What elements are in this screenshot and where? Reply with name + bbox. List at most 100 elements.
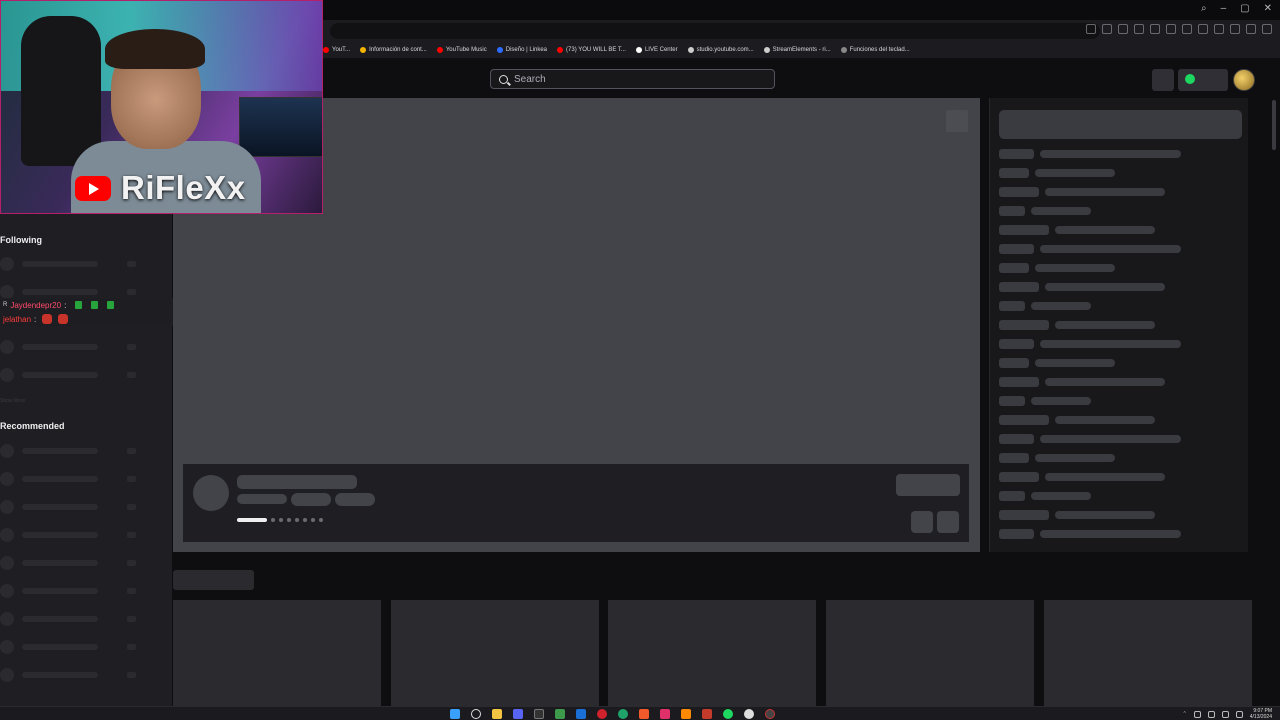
taskbar-apps bbox=[450, 709, 775, 719]
sidebar-channel-skeleton[interactable] bbox=[0, 285, 172, 299]
minimize-icon[interactable]: – bbox=[1221, 3, 1227, 14]
viewers-skeleton bbox=[127, 448, 136, 454]
avatar-skeleton bbox=[0, 640, 14, 654]
battery-icon[interactable] bbox=[1235, 710, 1243, 718]
sidebar-channel-skeleton[interactable] bbox=[0, 257, 172, 271]
channel-name: RiFleXx bbox=[121, 169, 246, 206]
sidebar-channel-skeleton[interactable] bbox=[0, 500, 172, 514]
spotify-icon[interactable] bbox=[723, 709, 733, 719]
app-icon[interactable] bbox=[702, 709, 712, 719]
stream-card-skeleton[interactable] bbox=[173, 600, 381, 706]
carousel-dot[interactable] bbox=[319, 518, 323, 522]
menu-icon[interactable] bbox=[1214, 24, 1224, 34]
bookmark-item[interactable]: Información de cont... bbox=[360, 47, 427, 53]
stream-card-skeleton[interactable] bbox=[1044, 600, 1252, 706]
taskbar-clock[interactable]: 9:07 PM 4/13/2024 bbox=[1250, 708, 1272, 720]
stream-card-skeleton[interactable] bbox=[608, 600, 816, 706]
settings-icon[interactable] bbox=[1246, 24, 1256, 34]
webcam-overlay: RiFleXx bbox=[0, 0, 323, 214]
search-icon[interactable]: ⌕ bbox=[1201, 3, 1207, 14]
viewers-skeleton bbox=[127, 504, 136, 510]
bookmark-item[interactable]: LIVE Center bbox=[635, 47, 678, 53]
viewers-skeleton bbox=[127, 261, 136, 267]
bookmark-item[interactable]: StreamElements - ri... bbox=[763, 47, 831, 53]
show-more-link[interactable]: Show More bbox=[0, 398, 25, 404]
carousel-dot[interactable] bbox=[287, 518, 291, 522]
zoom-icon[interactable] bbox=[1086, 24, 1096, 34]
player-control-skeleton[interactable] bbox=[946, 110, 968, 132]
carousel-dot[interactable] bbox=[279, 518, 283, 522]
extension-icon[interactable] bbox=[1134, 24, 1144, 34]
watch-button-skeleton[interactable] bbox=[896, 474, 960, 496]
volume-icon[interactable] bbox=[1221, 710, 1229, 718]
bookmark-item[interactable]: (73) YOU WILL BE T... bbox=[557, 47, 626, 53]
play-icon[interactable] bbox=[1150, 24, 1160, 34]
url-input[interactable] bbox=[330, 23, 1100, 39]
sidebar-channel-skeleton[interactable] bbox=[0, 444, 172, 458]
bookmark-item[interactable]: YouT... bbox=[323, 47, 350, 53]
profile-icon[interactable] bbox=[1230, 24, 1240, 34]
bookmark-item[interactable]: Diseño | Linkea bbox=[496, 47, 547, 53]
sidebar-channel-skeleton[interactable] bbox=[0, 368, 172, 382]
section-title-skeleton bbox=[173, 570, 254, 590]
tool-icon[interactable] bbox=[555, 709, 565, 719]
photoshop-icon[interactable] bbox=[576, 709, 586, 719]
search-input[interactable]: Search bbox=[490, 69, 775, 89]
terminal-icon[interactable] bbox=[534, 709, 544, 719]
microphone-icon[interactable] bbox=[1193, 710, 1201, 718]
stream-card-skeleton[interactable] bbox=[391, 600, 599, 706]
opera-icon[interactable] bbox=[597, 709, 607, 719]
sidebar-channel-skeleton[interactable] bbox=[0, 556, 172, 570]
share-icon[interactable] bbox=[1102, 24, 1112, 34]
app-icon[interactable] bbox=[660, 709, 670, 719]
ai-icon[interactable] bbox=[1262, 24, 1272, 34]
sidebar-channel-skeleton[interactable] bbox=[0, 584, 172, 598]
name-skeleton bbox=[22, 372, 98, 378]
carousel-dot[interactable] bbox=[237, 518, 267, 522]
sidebar-channel-skeleton[interactable] bbox=[0, 668, 172, 682]
bookmark-item[interactable]: Funciones del teclad... bbox=[840, 47, 910, 53]
carousel-dot[interactable] bbox=[303, 518, 307, 522]
obs-icon[interactable] bbox=[765, 709, 775, 719]
file-explorer-icon[interactable] bbox=[492, 709, 502, 719]
chat-separator: : bbox=[64, 300, 67, 310]
carousel-dot[interactable] bbox=[295, 518, 299, 522]
discord-icon[interactable] bbox=[513, 709, 523, 719]
avatar-skeleton bbox=[0, 612, 14, 626]
edge-icon[interactable] bbox=[618, 709, 628, 719]
brave-icon[interactable] bbox=[639, 709, 649, 719]
sidebar-channel-skeleton[interactable] bbox=[0, 472, 172, 486]
maximize-icon[interactable]: ▢ bbox=[1240, 3, 1249, 14]
carousel-dot[interactable] bbox=[271, 518, 275, 522]
sidebar-channel-skeleton[interactable] bbox=[0, 528, 172, 542]
chevron-up-icon[interactable]: ⌃ bbox=[1183, 711, 1187, 717]
chat-username[interactable]: jelathan bbox=[3, 315, 31, 324]
next-button-skeleton[interactable] bbox=[937, 511, 959, 533]
chat-username[interactable]: Jaydendepr20 bbox=[10, 301, 61, 310]
history-icon[interactable] bbox=[1166, 24, 1176, 34]
bookmark-item[interactable]: YouTube Music bbox=[436, 47, 487, 53]
bookmark-item[interactable]: studio.youtube.com... bbox=[687, 47, 754, 53]
featured-stream-info bbox=[183, 464, 969, 542]
close-icon[interactable]: ✕ bbox=[1264, 3, 1272, 14]
search-icon[interactable] bbox=[471, 709, 481, 719]
app-icon[interactable] bbox=[744, 709, 754, 719]
gaming-chair bbox=[21, 16, 101, 166]
page-scrollbar[interactable] bbox=[1272, 100, 1276, 150]
tag-skeleton bbox=[291, 493, 331, 506]
start-icon[interactable] bbox=[450, 709, 460, 719]
notifications-button[interactable] bbox=[1152, 69, 1174, 91]
sidebar-channel-skeleton[interactable] bbox=[0, 340, 172, 354]
sidebar-channel-skeleton[interactable] bbox=[0, 640, 172, 654]
sidebar-channel-skeleton[interactable] bbox=[0, 612, 172, 626]
chat-message: R Jaydendepr20 : bbox=[3, 299, 115, 311]
favorites-icon[interactable] bbox=[1182, 24, 1192, 34]
avatar[interactable] bbox=[1233, 69, 1255, 91]
download-icon[interactable] bbox=[1198, 24, 1208, 34]
camera-icon[interactable] bbox=[1118, 24, 1128, 34]
prev-button-skeleton[interactable] bbox=[911, 511, 933, 533]
stream-card-skeleton[interactable] bbox=[826, 600, 1034, 706]
network-icon[interactable] bbox=[1207, 710, 1215, 718]
search-tool-icon[interactable] bbox=[681, 709, 691, 719]
carousel-dot[interactable] bbox=[311, 518, 315, 522]
